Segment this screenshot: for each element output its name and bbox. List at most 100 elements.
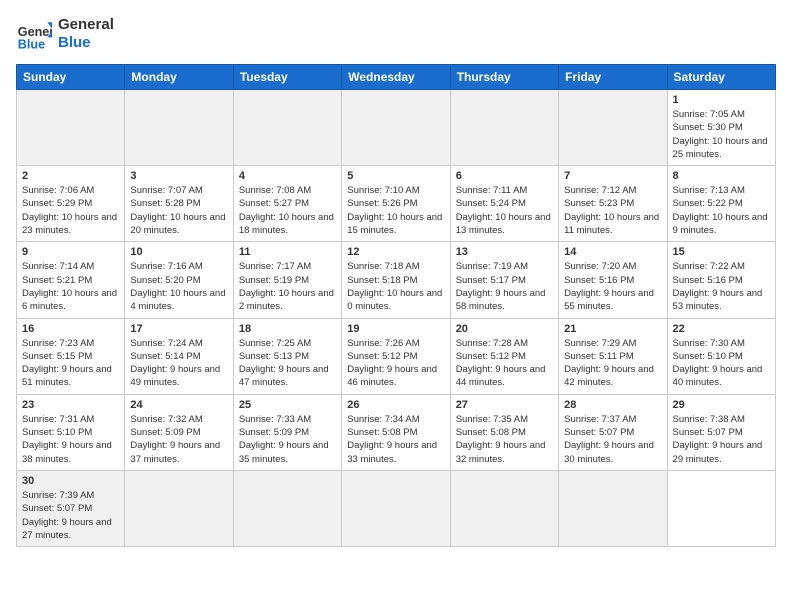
day-info: Sunrise: 7:13 AMSunset: 5:22 PMDaylight:… — [673, 184, 770, 237]
calendar-day-cell: 15 Sunrise: 7:22 AMSunset: 5:16 PMDayligh… — [667, 242, 775, 318]
weekday-header: Saturday — [667, 65, 775, 90]
day-info: Sunrise: 7:19 AMSunset: 5:17 PMDaylight:… — [456, 260, 553, 313]
day-info: Sunrise: 7:31 AMSunset: 5:10 PMDaylight:… — [22, 413, 119, 466]
weekday-header: Sunday — [17, 65, 125, 90]
day-info: Sunrise: 7:39 AMSunset: 5:07 PMDaylight:… — [22, 489, 119, 542]
day-number: 6 — [456, 170, 553, 182]
day-info: Sunrise: 7:06 AMSunset: 5:29 PMDaylight:… — [22, 184, 119, 237]
calendar-week-row: 2 Sunrise: 7:06 AMSunset: 5:29 PMDaylight… — [17, 166, 776, 242]
day-number: 5 — [347, 170, 444, 182]
day-info: Sunrise: 7:20 AMSunset: 5:16 PMDaylight:… — [564, 260, 661, 313]
day-info: Sunrise: 7:23 AMSunset: 5:15 PMDaylight:… — [22, 337, 119, 390]
day-number: 18 — [239, 323, 336, 335]
calendar-day-cell: 14 Sunrise: 7:20 AMSunset: 5:16 PMDayligh… — [559, 242, 667, 318]
calendar-day-cell — [342, 90, 450, 166]
calendar-day-cell — [125, 90, 233, 166]
day-info: Sunrise: 7:35 AMSunset: 5:08 PMDaylight:… — [456, 413, 553, 466]
day-number: 11 — [239, 246, 336, 258]
day-info: Sunrise: 7:33 AMSunset: 5:09 PMDaylight:… — [239, 413, 336, 466]
calendar-week-row: 23Sunrise: 7:31 AMSunset: 5:10 PMDayligh… — [17, 394, 776, 470]
day-number: 30 — [22, 475, 119, 487]
calendar-day-cell: 28 Sunrise: 7:37 AMSunset: 5:07 PMDayligh… — [559, 394, 667, 470]
day-info: Sunrise: 7:17 AMSunset: 5:19 PMDaylight:… — [239, 260, 336, 313]
calendar-week-row: 1Sunrise: 7:05 AMSunset: 5:30 PMDaylight… — [17, 90, 776, 166]
day-number: 19 — [347, 323, 444, 335]
day-number: 15 — [673, 246, 770, 258]
calendar-day-cell: 4Sunrise: 7:08 AMSunset: 5:27 PMDaylight… — [233, 166, 341, 242]
weekday-header: Wednesday — [342, 65, 450, 90]
day-info: Sunrise: 7:26 AMSunset: 5:12 PMDaylight:… — [347, 337, 444, 390]
day-number: 20 — [456, 323, 553, 335]
day-number: 7 — [564, 170, 661, 182]
calendar-day-cell — [450, 470, 558, 546]
calendar-day-cell — [559, 470, 667, 546]
day-number: 3 — [130, 170, 227, 182]
day-info: Sunrise: 7:38 AMSunset: 5:07 PMDaylight:… — [673, 413, 770, 466]
day-info: Sunrise: 7:12 AMSunset: 5:23 PMDaylight:… — [564, 184, 661, 237]
calendar-day-cell: 26 Sunrise: 7:34 AMSunset: 5:08 PMDayligh… — [342, 394, 450, 470]
calendar-day-cell: 29Sunrise: 7:38 AMSunset: 5:07 PMDayligh… — [667, 394, 775, 470]
logo-blue-text: Blue — [58, 34, 114, 52]
calendar-week-row: 9 Sunrise: 7:14 AMSunset: 5:21 PMDaylight… — [17, 242, 776, 318]
day-number: 27 — [456, 399, 553, 411]
calendar-week-row: 30 Sunrise: 7:39 AMSunset: 5:07 PMDayligh… — [17, 470, 776, 546]
calendar-day-cell: 17 Sunrise: 7:24 AMSunset: 5:14 PMDayligh… — [125, 318, 233, 394]
calendar-day-cell: 11 Sunrise: 7:17 AMSunset: 5:19 PMDayligh… — [233, 242, 341, 318]
day-info: Sunrise: 7:08 AMSunset: 5:27 PMDaylight:… — [239, 184, 336, 237]
day-info: Sunrise: 7:25 AMSunset: 5:13 PMDaylight:… — [239, 337, 336, 390]
calendar-day-cell: 2 Sunrise: 7:06 AMSunset: 5:29 PMDaylight… — [17, 166, 125, 242]
day-number: 24 — [130, 399, 227, 411]
logo-general-text: General — [58, 16, 114, 34]
day-info: Sunrise: 7:34 AMSunset: 5:08 PMDaylight:… — [347, 413, 444, 466]
page-header: General Blue General Blue — [16, 16, 776, 52]
calendar-day-cell: 12 Sunrise: 7:18 AMSunset: 5:18 PMDayligh… — [342, 242, 450, 318]
calendar-day-cell — [559, 90, 667, 166]
weekday-header: Monday — [125, 65, 233, 90]
calendar-day-cell: 21Sunrise: 7:29 AMSunset: 5:11 PMDayligh… — [559, 318, 667, 394]
day-number: 17 — [130, 323, 227, 335]
calendar-day-cell: 5 Sunrise: 7:10 AMSunset: 5:26 PMDaylight… — [342, 166, 450, 242]
day-info: Sunrise: 7:07 AMSunset: 5:28 PMDaylight:… — [130, 184, 227, 237]
day-number: 14 — [564, 246, 661, 258]
calendar-day-cell: 8 Sunrise: 7:13 AMSunset: 5:22 PMDaylight… — [667, 166, 775, 242]
day-info: Sunrise: 7:11 AMSunset: 5:24 PMDaylight:… — [456, 184, 553, 237]
day-number: 22 — [673, 323, 770, 335]
day-info: Sunrise: 7:30 AMSunset: 5:10 PMDaylight:… — [673, 337, 770, 390]
calendar-day-cell: 1Sunrise: 7:05 AMSunset: 5:30 PMDaylight… — [667, 90, 775, 166]
day-number: 10 — [130, 246, 227, 258]
day-info: Sunrise: 7:10 AMSunset: 5:26 PMDaylight:… — [347, 184, 444, 237]
weekday-header: Tuesday — [233, 65, 341, 90]
logo: General Blue General Blue — [16, 16, 114, 52]
calendar-day-cell: 23Sunrise: 7:31 AMSunset: 5:10 PMDayligh… — [17, 394, 125, 470]
svg-text:Blue: Blue — [18, 37, 45, 51]
calendar-day-cell — [450, 90, 558, 166]
day-info: Sunrise: 7:18 AMSunset: 5:18 PMDaylight:… — [347, 260, 444, 313]
day-number: 26 — [347, 399, 444, 411]
calendar-day-cell: 22 Sunrise: 7:30 AMSunset: 5:10 PMDayligh… — [667, 318, 775, 394]
calendar-day-cell: 13 Sunrise: 7:19 AMSunset: 5:17 PMDayligh… — [450, 242, 558, 318]
calendar-day-cell: 18 Sunrise: 7:25 AMSunset: 5:13 PMDayligh… — [233, 318, 341, 394]
weekday-header: Friday — [559, 65, 667, 90]
day-number: 13 — [456, 246, 553, 258]
day-number: 2 — [22, 170, 119, 182]
calendar: SundayMondayTuesdayWednesdayThursdayFrid… — [16, 64, 776, 547]
day-number: 8 — [673, 170, 770, 182]
calendar-day-cell — [125, 470, 233, 546]
calendar-day-cell: 30 Sunrise: 7:39 AMSunset: 5:07 PMDayligh… — [17, 470, 125, 546]
day-number: 1 — [673, 94, 770, 106]
day-number: 9 — [22, 246, 119, 258]
calendar-day-cell: 25Sunrise: 7:33 AMSunset: 5:09 PMDayligh… — [233, 394, 341, 470]
day-number: 16 — [22, 323, 119, 335]
calendar-week-row: 16 Sunrise: 7:23 AMSunset: 5:15 PMDayligh… — [17, 318, 776, 394]
day-info: Sunrise: 7:28 AMSunset: 5:12 PMDaylight:… — [456, 337, 553, 390]
day-number: 12 — [347, 246, 444, 258]
weekday-header: Thursday — [450, 65, 558, 90]
calendar-day-cell: 10Sunrise: 7:16 AMSunset: 5:20 PMDayligh… — [125, 242, 233, 318]
day-number: 28 — [564, 399, 661, 411]
day-info: Sunrise: 7:24 AMSunset: 5:14 PMDaylight:… — [130, 337, 227, 390]
day-info: Sunrise: 7:14 AMSunset: 5:21 PMDaylight:… — [22, 260, 119, 313]
calendar-day-cell: 7 Sunrise: 7:12 AMSunset: 5:23 PMDaylight… — [559, 166, 667, 242]
day-info: Sunrise: 7:32 AMSunset: 5:09 PMDaylight:… — [130, 413, 227, 466]
day-info: Sunrise: 7:22 AMSunset: 5:16 PMDaylight:… — [673, 260, 770, 313]
day-info: Sunrise: 7:37 AMSunset: 5:07 PMDaylight:… — [564, 413, 661, 466]
